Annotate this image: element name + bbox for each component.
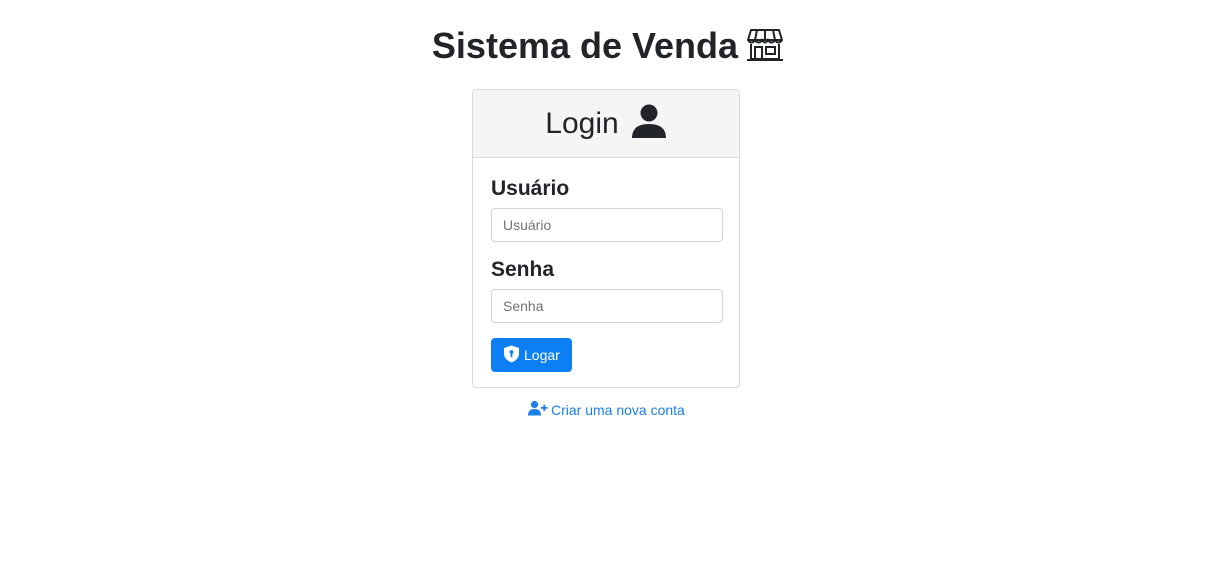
page-title: Sistema de Venda (0, 24, 1216, 72)
shield-icon (503, 345, 520, 366)
create-account-label: Criar uma nova conta (551, 402, 685, 418)
login-page: Sistema de Venda Login Usuário Usuário S… (0, 0, 1228, 571)
username-group: Usuário (491, 176, 723, 242)
login-card-header: Login (473, 90, 739, 158)
page-title-text: Sistema de Venda (431, 25, 739, 66)
username-input[interactable] (491, 208, 723, 242)
password-group: Senha (491, 257, 723, 323)
login-button[interactable]: Logar (491, 338, 572, 372)
password-label: Senha (491, 258, 555, 281)
login-form: Usuário Senha Logar (473, 158, 739, 372)
shop-icon (746, 26, 784, 72)
username-label: Usuário (491, 177, 570, 200)
login-card: Login Usuário Senha (472, 89, 740, 388)
create-account-link[interactable]: Criar uma nova conta (528, 400, 685, 420)
password-input[interactable] (491, 289, 723, 323)
user-plus-icon (528, 400, 548, 420)
login-heading: Login (545, 106, 619, 140)
user-icon (631, 103, 667, 144)
login-button-label: Logar (524, 347, 560, 363)
